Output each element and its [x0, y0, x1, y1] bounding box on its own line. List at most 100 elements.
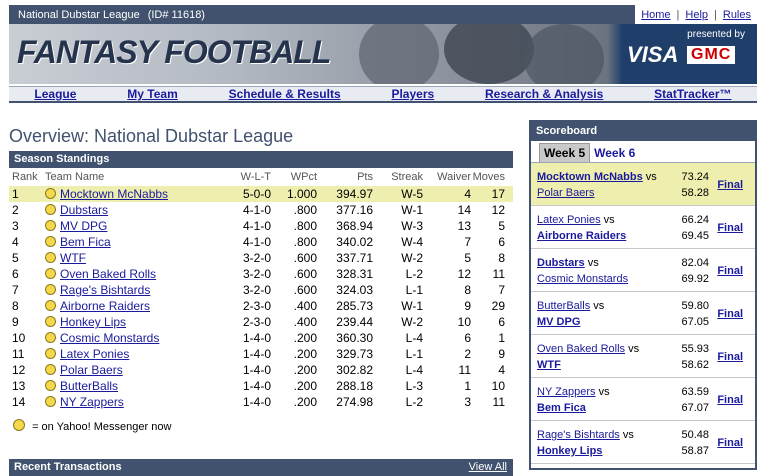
cell-streak: W-2	[401, 251, 423, 265]
team-link[interactable]: Cosmic Monstards	[60, 331, 159, 345]
rules-link[interactable]: Rules	[723, 9, 751, 21]
final-link[interactable]: Final	[717, 437, 743, 449]
col-waiver: Waiver	[437, 171, 471, 183]
help-link[interactable]: Help	[685, 9, 708, 21]
team-link[interactable]: NY Zappers	[60, 395, 124, 409]
final-link[interactable]: Final	[717, 179, 743, 191]
team1-link[interactable]: NY Zappers	[537, 386, 596, 398]
cell-pts: 394.97	[317, 186, 373, 202]
team-link[interactable]: MV DPG	[60, 219, 107, 233]
team-link[interactable]: Polar Baers	[60, 363, 123, 377]
nav-league[interactable]: League	[34, 87, 76, 101]
team2-link[interactable]: MV DPG	[537, 316, 580, 328]
final-link[interactable]: Final	[717, 308, 743, 320]
cell-streak: L-3	[405, 379, 423, 393]
smiley-icon	[13, 419, 25, 431]
team1-link[interactable]: Rage's Bishtards	[537, 429, 620, 441]
cell-wlt: 1-4-0	[242, 395, 271, 409]
cell-wlt: 2-3-0	[242, 315, 271, 329]
cell-rank: 13	[12, 379, 26, 393]
cell-moves: 1	[498, 331, 505, 345]
cell-moves: 8	[498, 251, 505, 265]
final-link[interactable]: Final	[717, 351, 743, 363]
team-link[interactable]: Airborne Raiders	[60, 299, 150, 313]
team1-wrap: Oven Baked Rolls vs	[537, 343, 639, 355]
team-link[interactable]: Oven Baked Rolls	[60, 267, 156, 281]
team-link[interactable]: Bem Fica	[60, 235, 111, 249]
cell-waiver: 1	[464, 379, 471, 393]
cell-waiver: 8	[464, 283, 471, 297]
smiley-icon	[45, 300, 56, 311]
view-all-link[interactable]: View All	[469, 459, 507, 476]
team-link[interactable]: Dubstars	[60, 203, 108, 217]
table-row: 9 Honkey Lips 2-3-0 .400 239.44 W-2 10 6	[9, 314, 513, 330]
vs-text: vs	[603, 214, 615, 226]
home-link[interactable]: Home	[641, 9, 670, 21]
team2-score: 67.05	[681, 316, 709, 328]
nav-research-analysis[interactable]: Research & Analysis	[485, 87, 603, 101]
team1-score: 66.24	[681, 214, 709, 226]
cell-moves: 12	[491, 203, 505, 217]
game-matchup: ButterBalls vs MV DPG 59.80 67.05 Final	[531, 292, 755, 335]
nav-players[interactable]: Players	[391, 87, 434, 101]
team1-link[interactable]: ButterBalls	[537, 300, 590, 312]
team1-link[interactable]: Mocktown McNabbs	[537, 171, 643, 183]
cell-wlt: 4-1-0	[242, 219, 271, 233]
team1-link[interactable]: Dubstars	[537, 257, 585, 269]
team-link[interactable]: WTF	[60, 251, 86, 265]
gmc-logo: GMC	[687, 46, 736, 64]
cell-wpct: 1.000	[271, 186, 317, 202]
smiley-icon	[45, 380, 56, 391]
vs-text: vs	[598, 386, 610, 398]
game-matchup: Rage's Bishtards vs Honkey Lips 50.48 58.87…	[531, 421, 755, 464]
col-wpct: WPct	[290, 171, 317, 183]
final-link[interactable]: Final	[717, 394, 743, 406]
final-link[interactable]: Final	[717, 265, 743, 277]
cell-pts: 328.31	[336, 267, 373, 281]
team1-link[interactable]: Latex Ponies	[537, 214, 601, 226]
fantasy-football-logo: FANTASY FOOTBALL	[17, 34, 331, 70]
cell-pts: 377.16	[336, 203, 373, 217]
vs-text: vs	[622, 429, 634, 441]
team2-link[interactable]: Cosmic Monstards	[537, 273, 628, 285]
team2-link[interactable]: WTF	[537, 359, 561, 371]
cell-streak: L-2	[405, 395, 423, 409]
recent-transactions-header: Recent Transactions View All	[9, 459, 513, 476]
cell-waiver: 3	[464, 395, 471, 409]
table-row: 2 Dubstars 4-1-0 .800 377.16 W-1 14 12	[9, 202, 513, 218]
final-link[interactable]: Final	[717, 222, 743, 234]
cell-waiver: 10	[457, 315, 471, 329]
tab-week-6[interactable]: Week 6	[590, 144, 639, 162]
game-matchup: Latex Ponies vs Airborne Raiders 66.24 69.4…	[531, 206, 755, 249]
team-link[interactable]: Mocktown McNabbs	[60, 187, 168, 201]
team1-link[interactable]: Oven Baked Rolls	[537, 343, 625, 355]
cell-team: Rage's Bishtards	[45, 282, 215, 298]
tab-week-5[interactable]: Week 5	[539, 143, 591, 162]
nav-my-team[interactable]: My Team	[127, 87, 177, 101]
nav-schedule-results[interactable]: Schedule & Results	[229, 87, 341, 101]
vs-text: vs	[593, 300, 605, 312]
team1-wrap: NY Zappers vs	[537, 386, 610, 398]
smiley-icon	[45, 236, 56, 247]
cell-team: Dubstars	[45, 202, 215, 218]
nav-stattracker[interactable]: StatTracker™	[654, 87, 731, 101]
cell-wlt: 1-4-0	[242, 363, 271, 377]
cell-pts: 337.71	[336, 251, 373, 265]
team2-score: 67.07	[681, 402, 709, 414]
cell-team: WTF	[45, 250, 215, 266]
cell-rank: 9	[12, 315, 19, 329]
team-link[interactable]: Honkey Lips	[60, 315, 126, 329]
table-row: 14 NY Zappers 1-4-0 .200 274.98 L-2 3 11	[9, 394, 513, 410]
table-row: 7 Rage's Bishtards 3-2-0 .600 324.03 L-1 8 7	[9, 282, 513, 298]
standings-table: Rank Team Name W-L-T WPct Pts Streak Wai…	[9, 168, 513, 410]
team-link[interactable]: Latex Ponies	[60, 347, 129, 361]
team-link[interactable]: ButterBalls	[60, 379, 118, 393]
team2-link[interactable]: Honkey Lips	[537, 445, 602, 457]
team2-link[interactable]: Polar Baers	[537, 187, 594, 199]
team-link[interactable]: Rage's Bishtards	[60, 283, 150, 297]
team1-wrap: Mocktown McNabbs vs	[537, 171, 657, 183]
cell-rank: 7	[12, 283, 19, 297]
standings-header: Season Standings	[9, 151, 513, 168]
team2-link[interactable]: Bem Fica	[537, 402, 586, 414]
team2-link[interactable]: Airborne Raiders	[537, 230, 626, 242]
